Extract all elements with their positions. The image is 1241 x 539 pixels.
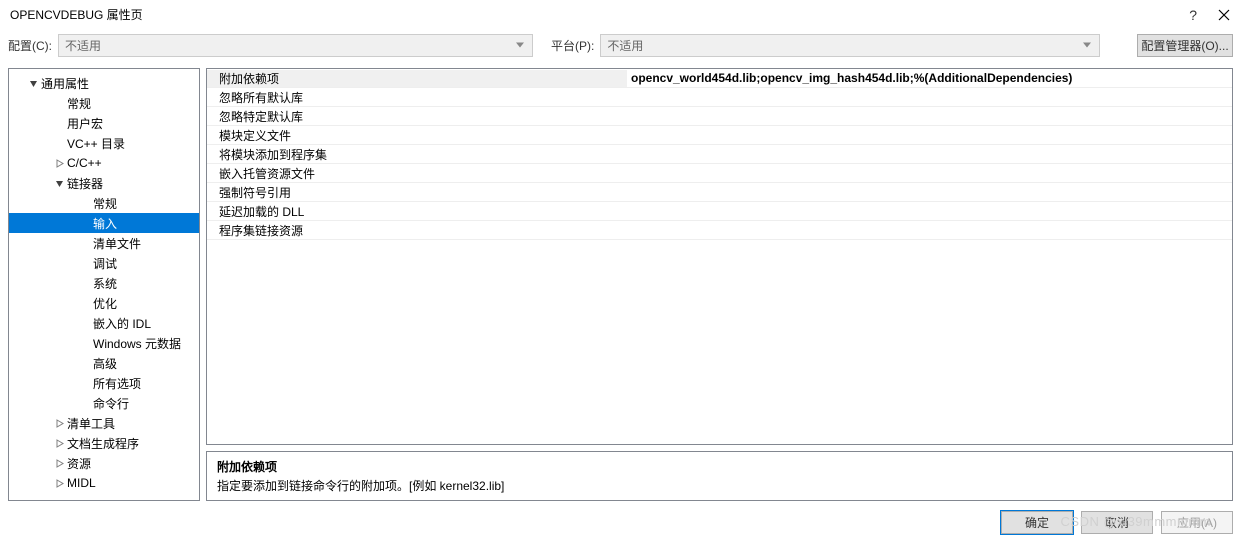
chevron-down-icon[interactable] [27, 77, 39, 89]
titlebar-controls: ? [1189, 7, 1231, 23]
property-label: 强制符号引用 [207, 184, 627, 201]
property-label: 忽略所有默认库 [207, 89, 627, 106]
property-row[interactable]: 强制符号引用 [207, 183, 1232, 202]
config-label: 配置(C): [8, 37, 52, 54]
footer: 确定 取消 应用(A) [0, 509, 1241, 539]
tree-item-label: 所有选项 [93, 375, 141, 392]
tree-item[interactable]: 所有选项 [9, 373, 199, 393]
tree-item[interactable]: 链接器 [9, 173, 199, 193]
tree-item[interactable]: 清单文件 [9, 233, 199, 253]
tree-item-label: 资源 [67, 455, 91, 472]
property-row[interactable]: 忽略所有默认库 [207, 88, 1232, 107]
chevron-right-icon[interactable] [53, 477, 65, 489]
tree-item-label: 常规 [93, 195, 117, 212]
property-label: 附加依赖项 [207, 70, 627, 87]
right-panel: 附加依赖项opencv_world454d.lib;opencv_img_has… [206, 68, 1233, 501]
tree-panel: 通用属性常规用户宏VC++ 目录C/C++链接器常规输入清单文件调试系统优化嵌入… [8, 68, 200, 501]
property-row[interactable]: 程序集链接资源 [207, 221, 1232, 240]
tree-item-label: MIDL [67, 476, 96, 490]
tree-item[interactable]: 资源 [9, 453, 199, 473]
property-row[interactable]: 嵌入托管资源文件 [207, 164, 1232, 183]
tree-item-label: Windows 元数据 [93, 335, 181, 352]
tree-item[interactable]: 命令行 [9, 393, 199, 413]
property-row[interactable]: 模块定义文件 [207, 126, 1232, 145]
tree-item-label: 常规 [67, 95, 91, 112]
help-icon[interactable]: ? [1189, 7, 1197, 23]
tree-item[interactable]: 嵌入的 IDL [9, 313, 199, 333]
description-panel: 附加依赖项 指定要添加到链接命令行的附加项。[例如 kernel32.lib] [206, 451, 1233, 501]
property-value[interactable]: opencv_world454d.lib;opencv_img_hash454d… [627, 71, 1232, 85]
tree-item-label: 调试 [93, 255, 117, 272]
property-label: 嵌入托管资源文件 [207, 165, 627, 182]
tree-item-label: 清单工具 [67, 415, 115, 432]
property-row[interactable]: 将模块添加到程序集 [207, 145, 1232, 164]
tree-item[interactable]: 系统 [9, 273, 199, 293]
platform-dropdown[interactable]: 不适用 [600, 34, 1100, 57]
tree-item-label: 输入 [93, 215, 117, 232]
tree-item-label: 链接器 [67, 175, 103, 192]
property-label: 将模块添加到程序集 [207, 146, 627, 163]
property-grid: 附加依赖项opencv_world454d.lib;opencv_img_has… [206, 68, 1233, 445]
chevron-right-icon[interactable] [53, 417, 65, 429]
config-dropdown[interactable]: 不适用 [58, 34, 533, 57]
chevron-right-icon[interactable] [53, 437, 65, 449]
tree-item[interactable]: 调试 [9, 253, 199, 273]
description-title: 附加依赖项 [217, 458, 1222, 475]
platform-value: 不适用 [607, 37, 643, 54]
tree-item-label: C/C++ [67, 156, 102, 170]
tree-item-label: 用户宏 [67, 115, 103, 132]
property-label: 延迟加载的 DLL [207, 203, 627, 220]
cancel-button[interactable]: 取消 [1081, 511, 1153, 534]
tree-item[interactable]: VC++ 目录 [9, 133, 199, 153]
tree-item-label: 系统 [93, 275, 117, 292]
tree-item-label: VC++ 目录 [67, 135, 125, 152]
tree-item-label: 高级 [93, 355, 117, 372]
property-row[interactable]: 忽略特定默认库 [207, 107, 1232, 126]
tree-item[interactable]: 清单工具 [9, 413, 199, 433]
main-area: 通用属性常规用户宏VC++ 目录C/C++链接器常规输入清单文件调试系统优化嵌入… [0, 60, 1241, 509]
tree-item[interactable]: C/C++ [9, 153, 199, 173]
property-row[interactable]: 延迟加载的 DLL [207, 202, 1232, 221]
tree-item[interactable]: 用户宏 [9, 113, 199, 133]
toolbar: 配置(C): 不适用 平台(P): 不适用 配置管理器(O)... [0, 30, 1241, 60]
tree-item[interactable]: 常规 [9, 93, 199, 113]
chevron-right-icon[interactable] [53, 157, 65, 169]
tree-item[interactable]: 优化 [9, 293, 199, 313]
config-manager-button[interactable]: 配置管理器(O)... [1137, 34, 1233, 57]
tree-item[interactable]: 通用属性 [9, 73, 199, 93]
titlebar: OPENCVDEBUG 属性页 ? [0, 0, 1241, 30]
tree-item[interactable]: 文档生成程序 [9, 433, 199, 453]
tree-item-label: 嵌入的 IDL [93, 315, 151, 332]
tree-item-label: 命令行 [93, 395, 129, 412]
tree-item[interactable]: 输入 [9, 213, 199, 233]
chevron-right-icon[interactable] [53, 457, 65, 469]
chevron-down-icon[interactable] [53, 177, 65, 189]
property-label: 程序集链接资源 [207, 222, 627, 239]
close-icon[interactable] [1217, 8, 1231, 22]
tree-item[interactable]: Windows 元数据 [9, 333, 199, 353]
ok-button[interactable]: 确定 [1001, 511, 1073, 534]
tree: 通用属性常规用户宏VC++ 目录C/C++链接器常规输入清单文件调试系统优化嵌入… [9, 69, 199, 497]
tree-item-label: 清单文件 [93, 235, 141, 252]
tree-item-label: 文档生成程序 [67, 435, 139, 452]
apply-button[interactable]: 应用(A) [1161, 511, 1233, 534]
description-text: 指定要添加到链接命令行的附加项。[例如 kernel32.lib] [217, 477, 1222, 494]
property-label: 忽略特定默认库 [207, 108, 627, 125]
tree-item[interactable]: 高级 [9, 353, 199, 373]
platform-label: 平台(P): [551, 37, 594, 54]
property-row[interactable]: 附加依赖项opencv_world454d.lib;opencv_img_has… [207, 69, 1232, 88]
window-title: OPENCVDEBUG 属性页 [10, 6, 1189, 23]
config-value: 不适用 [65, 37, 101, 54]
tree-item[interactable]: 常规 [9, 193, 199, 213]
tree-item-label: 通用属性 [41, 75, 89, 92]
property-label: 模块定义文件 [207, 127, 627, 144]
tree-item-label: 优化 [93, 295, 117, 312]
tree-item[interactable]: MIDL [9, 473, 199, 493]
